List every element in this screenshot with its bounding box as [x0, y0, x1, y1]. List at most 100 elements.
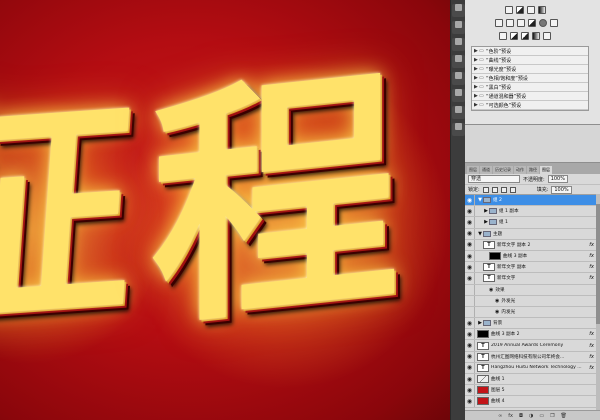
- folder-icon[interactable]: ▭: [539, 413, 544, 419]
- layer-row[interactable]: ◉ ▶ 背景: [465, 318, 600, 330]
- gradient-map-icon[interactable]: [532, 32, 540, 40]
- fx-badge-icon[interactable]: fx: [589, 365, 594, 371]
- scroll-thumb[interactable]: [596, 204, 600, 324]
- history-icon[interactable]: [452, 55, 465, 68]
- fx-icon[interactable]: fx: [508, 413, 513, 419]
- exposure-icon[interactable]: [538, 6, 546, 14]
- fx-badge-icon[interactable]: fx: [589, 354, 594, 360]
- lock-transparent-icon[interactable]: [482, 186, 489, 193]
- layer-row[interactable]: ◉ ▼ 主题: [465, 228, 600, 240]
- fx-badge-icon[interactable]: fx: [589, 264, 594, 270]
- opacity-field[interactable]: 100%: [547, 175, 568, 183]
- eye-icon[interactable]: ◉: [465, 239, 475, 250]
- preset-item[interactable]: ▶ ▭ “可选颜色”预设: [472, 101, 588, 110]
- levels-icon[interactable]: [516, 6, 524, 14]
- effect-eye-icon[interactable]: ◉: [489, 287, 493, 293]
- eye-icon[interactable]: ◉: [465, 362, 475, 373]
- eye-icon[interactable]: [465, 295, 475, 306]
- fx-badge-icon[interactable]: fx: [589, 275, 594, 281]
- curves-icon[interactable]: [527, 6, 535, 14]
- new-layer-icon[interactable]: ❐: [550, 413, 554, 419]
- channel-mixer-icon[interactable]: [550, 19, 558, 27]
- tab-layers-active[interactable]: 图层: [540, 166, 552, 174]
- threshold-icon[interactable]: [521, 32, 529, 40]
- lock-pixels-icon[interactable]: [491, 186, 498, 193]
- eye-icon[interactable]: ◉: [465, 340, 475, 351]
- preset-item[interactable]: ▶ ▭ “曝光度”预设: [472, 65, 588, 74]
- layer-row[interactable]: ◉T新年文字fx▾: [465, 273, 600, 285]
- fx-badge-icon[interactable]: fx: [589, 331, 594, 337]
- eye-icon[interactable]: ◉: [465, 217, 475, 228]
- trash-icon[interactable]: 🗑: [561, 413, 567, 419]
- eye-icon[interactable]: ◉: [465, 262, 475, 273]
- layer-row[interactable]: ◉T2019 Annual Awards Ceremonyfx▾: [465, 340, 600, 352]
- tools-icon[interactable]: [452, 4, 465, 17]
- selective-color-icon[interactable]: [543, 32, 551, 40]
- preset-item[interactable]: ▶ ▭ “色阶”预设: [472, 47, 588, 56]
- fx-badge-icon[interactable]: fx: [589, 253, 594, 259]
- effect-eye-icon[interactable]: ◉: [495, 298, 499, 304]
- layer-row[interactable]: ◉ 效果: [465, 284, 600, 296]
- eye-icon[interactable]: ◉: [465, 273, 475, 284]
- lock-all-icon[interactable]: [509, 186, 516, 193]
- layer-row[interactable]: ◉T新年文字 副本fx▾: [465, 262, 600, 274]
- layers-scrollbar[interactable]: [596, 194, 600, 410]
- color-balance-icon[interactable]: [517, 19, 525, 27]
- layer-row[interactable]: ◉ 曲线 4: [465, 396, 600, 408]
- layer-row[interactable]: ◉ T Hangzhou Huitu Network Technology ... f…: [465, 362, 600, 374]
- adjust-icon[interactable]: [452, 38, 465, 51]
- eye-icon[interactable]: ◉: [465, 329, 475, 340]
- layer-row[interactable]: ◉ 外发光: [465, 295, 600, 307]
- layer-row[interactable]: ◉ ▼ 组 2: [465, 195, 600, 207]
- path-icon[interactable]: [452, 123, 465, 136]
- eye-icon[interactable]: [465, 306, 475, 318]
- eye-icon[interactable]: ◉: [465, 228, 475, 239]
- tab-paths[interactable]: 路径: [527, 166, 539, 174]
- char-icon[interactable]: [452, 106, 465, 119]
- eye-icon[interactable]: ◉: [465, 374, 475, 385]
- paragraph-icon[interactable]: [452, 89, 465, 102]
- hue-sat-icon[interactable]: [506, 19, 514, 27]
- layer-row[interactable]: ◉T杭州汇图网络科技有限公司年终会...fx▾: [465, 351, 600, 363]
- brightness-icon[interactable]: [505, 6, 513, 14]
- link-icon[interactable]: ∞: [498, 413, 502, 419]
- preset-item[interactable]: ▶ ▭ “色相/饱和度”预设: [472, 74, 588, 83]
- lock-position-icon[interactable]: [500, 186, 507, 193]
- fx-badge-icon[interactable]: fx: [589, 242, 594, 248]
- eye-icon[interactable]: ◉: [465, 385, 475, 396]
- tab-history[interactable]: 历史记录: [493, 166, 513, 174]
- layer-row[interactable]: ◉ ▶ 组 1: [465, 217, 600, 229]
- black-white-icon[interactable]: [528, 19, 536, 27]
- tab-layers[interactable]: 图层: [467, 166, 479, 174]
- layer-row[interactable]: ◉ ▶ 组 1 副本: [465, 206, 600, 218]
- fx-badge-icon[interactable]: fx: [589, 343, 594, 349]
- fill-field[interactable]: 100%: [551, 185, 572, 194]
- photo-filter-icon[interactable]: [539, 19, 547, 27]
- effect-eye-icon[interactable]: ◉: [495, 309, 499, 315]
- layer-row[interactable]: ◉ 图层 5: [465, 385, 600, 397]
- layer-row[interactable]: ◉ 内发光: [465, 306, 600, 319]
- layer-row[interactable]: ◉ 曲线 1: [465, 374, 600, 386]
- info-icon[interactable]: [452, 72, 465, 85]
- posterize-icon[interactable]: [510, 32, 518, 40]
- preset-item[interactable]: ▶ ▭ “通道混和器”预设: [472, 92, 588, 101]
- layer-row[interactable]: ◉曲线 3 副本 2fx▾: [465, 329, 600, 341]
- adjustment-icon[interactable]: ◑: [529, 413, 533, 419]
- document-canvas[interactable]: 征 程: [0, 0, 450, 420]
- eye-icon[interactable]: [465, 284, 475, 295]
- color-icon[interactable]: [452, 21, 465, 34]
- vibrance-icon[interactable]: [495, 19, 503, 27]
- layer-row[interactable]: ◉T新年文字 副本 2fx▾: [465, 239, 600, 251]
- preset-item[interactable]: ▶ ▭ “黑白”预设: [472, 83, 588, 92]
- layer-row[interactable]: ◉曲线 3 副本fx▾: [465, 250, 600, 263]
- preset-item[interactable]: ▶ ▭ “曲线”预设: [472, 56, 588, 65]
- eye-icon[interactable]: ◉: [465, 396, 475, 407]
- tab-actions[interactable]: 动作: [514, 166, 526, 174]
- tab-channels[interactable]: 通道: [480, 166, 492, 174]
- blend-mode-select[interactable]: 穿透: [468, 175, 520, 183]
- mask-icon[interactable]: ◘: [519, 413, 523, 419]
- eye-icon[interactable]: ◉: [465, 318, 475, 329]
- eye-icon[interactable]: ◉: [465, 351, 475, 362]
- eye-icon[interactable]: ◉: [465, 195, 475, 206]
- eye-icon[interactable]: ◉: [465, 250, 475, 262]
